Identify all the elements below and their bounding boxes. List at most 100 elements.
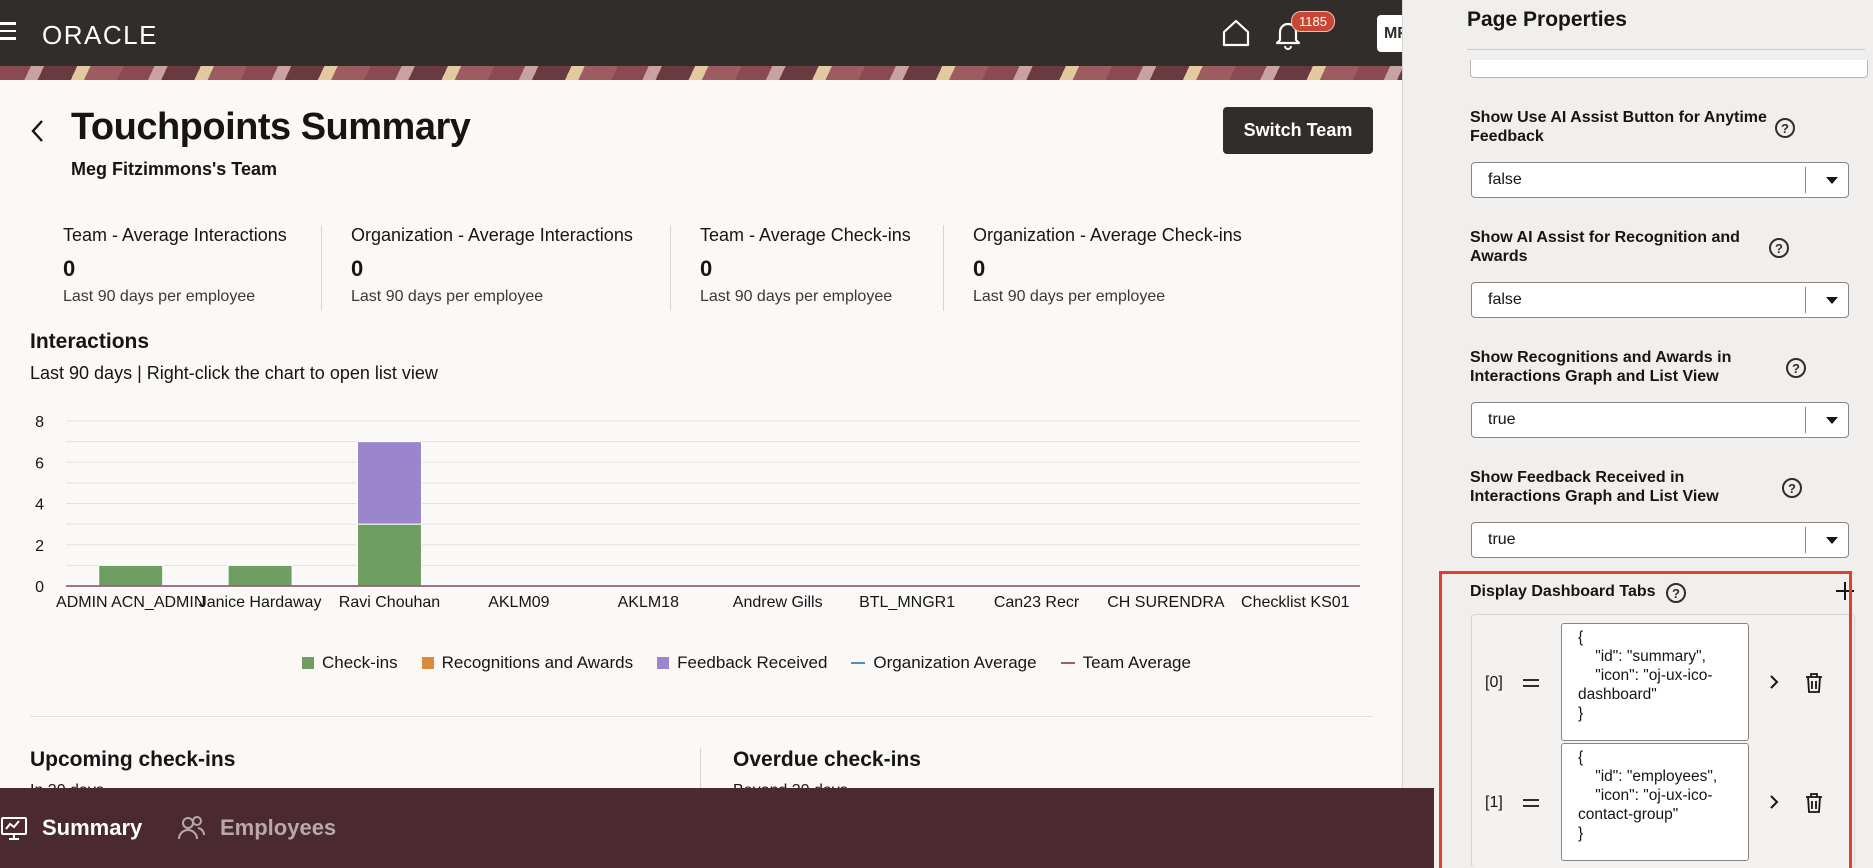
x-tick-label: BTL_MNGR1 <box>859 594 955 611</box>
x-tick-label: CH SURENDRA <box>1107 594 1225 611</box>
prop-label-ai-assist-recognition: Show AI Assist for Recognition and Award… <box>1470 229 1740 265</box>
metric-sub: Last 90 days per employee <box>700 288 893 305</box>
bar[interactable] <box>98 564 164 587</box>
interactions-chart[interactable]: 0 2 4 6 8 ADMIN ACN_ADMINJanice Hardaway Ravi … <box>20 405 1370 675</box>
x-tick-label: Can23 Recr <box>994 594 1080 611</box>
x-tick-label: Ravi Chouhan <box>339 594 440 611</box>
dashboard-icon <box>1 817 27 840</box>
select-divider <box>1805 407 1806 433</box>
legend-org-average[interactable]: Organization Average <box>851 653 1037 673</box>
legend-recognitions[interactable]: Recognitions and Awards <box>421 653 634 673</box>
bar[interactable] <box>357 523 422 587</box>
panel-divider <box>1467 49 1865 50</box>
home-icon[interactable] <box>1219 16 1253 50</box>
interactions-title: Interactions <box>30 330 150 353</box>
x-tick-label: Checklist KS01 <box>1241 594 1350 611</box>
metric-value: 0 <box>973 256 986 281</box>
top-bar: ORACLE 1185 MF <box>0 0 1402 66</box>
chevron-down-icon[interactable] <box>1826 297 1838 304</box>
metric-org-avg-checkins: Organization - Average Check-ins 0 Last … <box>973 225 1242 311</box>
metric-label: Team - Average Interactions <box>63 225 287 245</box>
help-icon[interactable]: ? <box>1786 358 1806 378</box>
legend-label: Team Average <box>1082 653 1191 672</box>
select-value: true <box>1488 411 1516 428</box>
legend-label: Recognitions and Awards <box>441 653 634 672</box>
legend-label: Feedback Received <box>677 653 828 672</box>
decorative-banner <box>0 66 1402 80</box>
select-value: false <box>1488 291 1522 308</box>
interactions-subtitle: Last 90 days | Right-click the chart to … <box>30 363 438 383</box>
hamburger-menu-icon[interactable] <box>0 22 18 42</box>
legend-label: Check-ins <box>322 653 398 672</box>
bar[interactable] <box>227 564 293 587</box>
metric-sub: Last 90 days per employee <box>973 288 1166 305</box>
prop-label-recognitions-graph: Show Recognitions and Awards in Interact… <box>1470 349 1732 385</box>
chevron-down-icon[interactable] <box>1826 417 1838 424</box>
notification-badge: 1185 <box>1291 11 1335 32</box>
help-icon[interactable]: ? <box>1769 238 1789 258</box>
metric-sub: Last 90 days per employee <box>351 288 544 305</box>
oracle-logo: ORACLE <box>42 20 158 50</box>
y-tick-label: 4 <box>35 497 44 514</box>
y-tick-label: 8 <box>35 414 44 431</box>
metric-value: 0 <box>351 256 364 281</box>
metric-label: Team - Average Check-ins <box>700 225 911 245</box>
upcoming-checkins-title: Upcoming check-ins <box>30 748 236 771</box>
legend-swatch <box>421 657 434 669</box>
select-recognitions-graph[interactable]: true <box>1471 402 1849 438</box>
legend-swatch <box>657 657 670 669</box>
select-feedback-graph[interactable]: true <box>1471 522 1849 558</box>
prop-label-ai-assist-feedback: Show Use AI Assist Button for Anytime Fe… <box>1470 109 1767 145</box>
legend-feedback[interactable]: Feedback Received <box>657 653 827 673</box>
legend-checkins[interactable]: Check-ins <box>302 653 398 673</box>
chevron-down-icon[interactable] <box>1826 177 1838 184</box>
select-divider <box>1805 167 1806 193</box>
chevron-down-icon[interactable] <box>1826 537 1838 544</box>
bar[interactable] <box>357 441 422 525</box>
select-ai-assist-feedback[interactable]: false <box>1471 162 1849 198</box>
contact-group-icon <box>178 816 206 840</box>
bottom-nav: Summary Employees <box>0 788 1434 868</box>
user-avatar[interactable]: MF <box>1377 15 1402 52</box>
x-tick-label: AKLM18 <box>618 594 679 611</box>
metric-divider <box>670 225 671 311</box>
tab-summary-label: Summary <box>42 815 143 840</box>
metric-org-avg-interactions: Organization - Average Interactions 0 La… <box>351 225 633 311</box>
x-tick-label: AKLM09 <box>488 594 549 611</box>
select-ai-assist-recognition[interactable]: false <box>1471 282 1849 318</box>
select-value: true <box>1488 531 1516 548</box>
legend-swatch <box>302 657 314 669</box>
metric-sub: Last 90 days per employee <box>63 288 256 305</box>
metric-team-avg-checkins: Team - Average Check-ins 0 Last 90 days … <box>700 225 911 311</box>
switch-team-button[interactable]: Switch Team <box>1223 107 1373 154</box>
select-divider <box>1805 527 1806 553</box>
section-divider <box>30 716 1373 717</box>
select-divider <box>1805 287 1806 313</box>
x-tick-label: Andrew Gills <box>733 594 823 611</box>
y-tick-label: 0 <box>35 579 44 596</box>
tab-summary[interactable]: Summary <box>0 788 142 868</box>
metric-value: 0 <box>700 256 713 281</box>
x-tick-label: ADMIN ACN_ADMIN <box>56 594 205 611</box>
highlight-annotation <box>1439 571 1852 868</box>
prop-label-feedback-graph: Show Feedback Received in Interactions G… <box>1470 469 1719 505</box>
chart-legend: Check-ins Recognitions and Awards Feedba… <box>302 652 1215 674</box>
y-tick-label: 2 <box>35 538 44 555</box>
tab-employees[interactable]: Employees <box>176 788 336 868</box>
legend-line <box>851 662 866 664</box>
panel-title: Page Properties <box>1467 8 1627 31</box>
tab-employees-label: Employees <box>220 815 337 840</box>
help-icon[interactable]: ? <box>1782 478 1802 498</box>
x-tick-label: Janice Hardaway <box>199 594 322 611</box>
select-value: false <box>1488 171 1522 188</box>
y-tick-label: 6 <box>35 455 44 472</box>
legend-team-average[interactable]: Team Average <box>1060 653 1191 673</box>
page-subtitle: Meg Fitzimmons's Team <box>71 159 277 179</box>
metric-team-avg-interactions: Team - Average Interactions 0 Last 90 da… <box>63 225 287 311</box>
help-icon[interactable]: ? <box>1775 118 1795 138</box>
column-divider <box>700 748 701 788</box>
back-chevron-icon[interactable] <box>28 118 48 144</box>
legend-line <box>1060 662 1075 664</box>
previous-field-stub[interactable] <box>1470 60 1868 78</box>
overdue-checkins-title: Overdue check-ins <box>733 748 921 771</box>
